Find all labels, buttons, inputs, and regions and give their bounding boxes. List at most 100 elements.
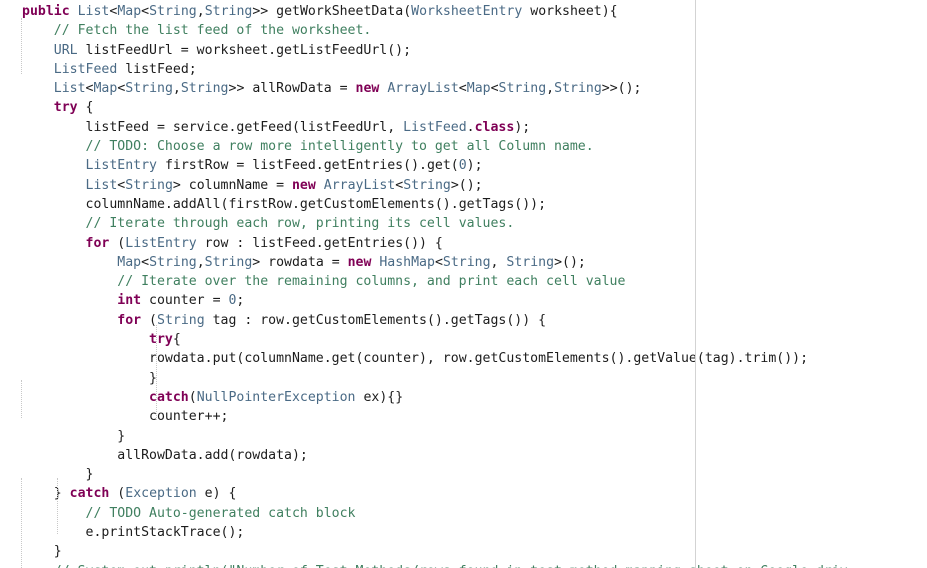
code-editor-viewport[interactable]: public List<Map<String,String>> getWorkS… (0, 0, 927, 568)
code-line[interactable]: columnName.addAll(firstRow.getCustomElem… (0, 195, 927, 214)
code-token-pln: < (434, 254, 443, 270)
code-token-num: 0 (458, 158, 467, 174)
code-token-kw: new (291, 177, 316, 193)
code-line[interactable]: Map<String,String> rowdata = new HashMap… (0, 253, 927, 272)
code-line[interactable]: // Fetch the list feed of the worksheet. (0, 21, 927, 40)
code-token-pln: >> allRowData = (228, 81, 356, 97)
code-token-pln: ( (109, 235, 126, 251)
code-token-pln: , (546, 81, 555, 97)
code-token-cls: String (442, 254, 491, 270)
code-line[interactable]: int counter = 0; (0, 291, 927, 310)
code-line[interactable]: listFeed = service.getFeed(listFeedUrl, … (0, 118, 927, 137)
code-token-pln: ( (109, 486, 126, 502)
code-token-cls: ListEntry (125, 235, 197, 251)
code-token-cmt: // Iterate over the remaining columns, a… (117, 274, 626, 290)
code-line[interactable]: try{ (0, 330, 927, 349)
code-line[interactable]: URL listFeedUrl = worksheet.getListFeedU… (0, 41, 927, 60)
code-token-pln: < (458, 81, 467, 97)
code-token-pln: listFeed = service.getFeed(listFeedUrl, (85, 119, 404, 135)
code-line[interactable]: } catch (Exception e) { (0, 484, 927, 503)
code-token-pln: >(); (554, 254, 586, 270)
code-token-pln: columnName.addAll(firstRow.getCustomElem… (85, 196, 547, 212)
code-token-cls: Map (117, 254, 142, 270)
code-line[interactable]: counter++; (0, 407, 927, 426)
code-line[interactable]: // System.out.println("Number of Test Me… (0, 562, 927, 568)
code-token-pln: < (395, 177, 404, 193)
code-token-cls: Map (466, 81, 491, 97)
code-token-pln: ( (403, 4, 412, 19)
code-token-pln: allRowData.add(rowdata); (117, 447, 308, 463)
code-line[interactable]: ListFeed listFeed; (0, 60, 927, 79)
code-line[interactable]: catch(NullPointerException ex){} (0, 388, 927, 407)
code-token-pln: < (141, 254, 150, 270)
code-token-cls: List (53, 81, 86, 97)
code-token-pln: tag : row.getCustomElements().getTags())… (204, 312, 547, 328)
code-token-pln: counter++; (149, 409, 229, 425)
code-token-cls: String (506, 254, 555, 270)
code-token-cls: Map (117, 4, 142, 19)
code-token-cls: ListFeed (53, 61, 118, 77)
code-token-kw: try (53, 100, 78, 116)
code-token-pln: ( (141, 312, 157, 328)
code-line[interactable]: // Iterate over the remaining columns, a… (0, 272, 927, 291)
code-token-cls: ArrayList (387, 81, 459, 97)
code-token-cmt: // Fetch the list feed of the worksheet. (53, 23, 372, 39)
code-token-cls: Map (93, 81, 118, 97)
code-token-pln: . (466, 119, 475, 135)
code-token-pln: listFeed; (117, 61, 197, 77)
code-line[interactable]: ListEntry firstRow = listFeed.getEntries… (0, 156, 927, 175)
code-token-pln: >>(); (601, 81, 642, 97)
code-token-kw: catch (69, 486, 110, 502)
code-token-cls: String (403, 177, 451, 193)
code-line[interactable]: List<Map<String,String>> allRowData = ne… (0, 79, 927, 98)
code-line[interactable]: // TODO Auto-generated catch block (0, 504, 927, 523)
code-token-pln: , (196, 254, 205, 270)
code-line[interactable]: public List<Map<String,String>> getWorkS… (0, 2, 927, 21)
code-token-pln: , (196, 4, 205, 19)
code-line[interactable]: allRowData.add(rowdata); (0, 446, 927, 465)
code-token-pln (70, 4, 78, 19)
code-token-cls: ArrayList (323, 177, 396, 193)
code-token-pln (316, 178, 324, 193)
code-token-pln: ); (514, 119, 531, 135)
code-token-pln: < (141, 4, 150, 19)
code-token-pln: ex){} (355, 389, 404, 405)
code-line[interactable]: e.printStackTrace(); (0, 523, 927, 542)
code-line[interactable]: List<String> columnName = new ArrayList<… (0, 176, 927, 195)
code-token-cls: String (498, 81, 547, 97)
code-line[interactable]: for (ListEntry row : listFeed.getEntries… (0, 234, 927, 253)
code-line[interactable]: for (String tag : row.getCustomElements(… (0, 311, 927, 330)
code-token-cls: NullPointerException (196, 389, 356, 405)
code-token-cls: String (204, 254, 253, 270)
code-token-cls: List (77, 4, 110, 19)
code-token-kw: new (347, 254, 372, 270)
code-token-pln: counter = (141, 293, 229, 309)
code-line[interactable]: } (0, 465, 927, 484)
code-token-pln: > rowdata = (252, 254, 348, 270)
code-text-area[interactable]: public List<Map<String,String>> getWorkS… (0, 0, 927, 568)
code-token-cls: String (180, 81, 229, 97)
code-token-kw: try (149, 332, 173, 348)
code-token-pln: } (117, 428, 126, 444)
code-token-cls: URL (53, 42, 78, 58)
code-token-kw: for (85, 235, 110, 251)
code-token-cls: String (157, 312, 205, 328)
code-token-cls: ListEntry (85, 158, 157, 174)
code-line[interactable]: try { (0, 98, 927, 117)
code-token-cmt: // TODO Auto-generated catch block (85, 505, 356, 521)
code-token-pln: >(); (450, 177, 483, 193)
code-token-pln: , (490, 254, 507, 270)
code-line[interactable]: } (0, 369, 927, 388)
code-line[interactable]: // Iterate through each row, printing it… (0, 214, 927, 233)
code-line[interactable]: } (0, 427, 927, 446)
code-token-cls: WorksheetEntry (411, 4, 523, 19)
code-line[interactable]: // TODO: Choose a row more intelligently… (0, 137, 927, 156)
code-line[interactable]: rowdata.put(columnName.get(counter), row… (0, 349, 927, 368)
code-token-pln: ); (466, 158, 483, 174)
code-token-pln: e.printStackTrace(); (85, 525, 245, 541)
code-token-pln: ( (188, 389, 197, 405)
code-token-pln: listFeedUrl = worksheet.getListFeedUrl()… (77, 42, 412, 58)
code-token-pln: getWorkSheetData (276, 4, 404, 19)
code-line[interactable]: } (0, 542, 927, 561)
code-token-pln: rowdata.put(columnName.get(counter), row… (149, 351, 809, 367)
